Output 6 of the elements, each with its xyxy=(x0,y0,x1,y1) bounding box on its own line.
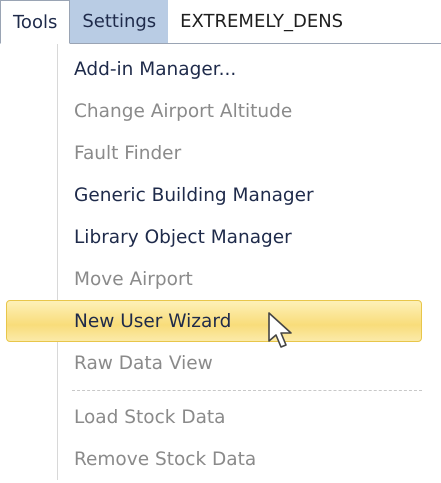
menu-tab[interactable]: EXTREMELY_DENS xyxy=(168,0,356,44)
menu-tab[interactable]: Tools xyxy=(0,0,70,44)
menu-tab[interactable]: Settings xyxy=(70,0,168,44)
menu-item[interactable]: Library Object Manager xyxy=(58,216,422,258)
menu-item[interactable]: Generic Building Manager xyxy=(58,174,422,216)
menu-item[interactable]: Add-in Manager... xyxy=(58,48,422,90)
